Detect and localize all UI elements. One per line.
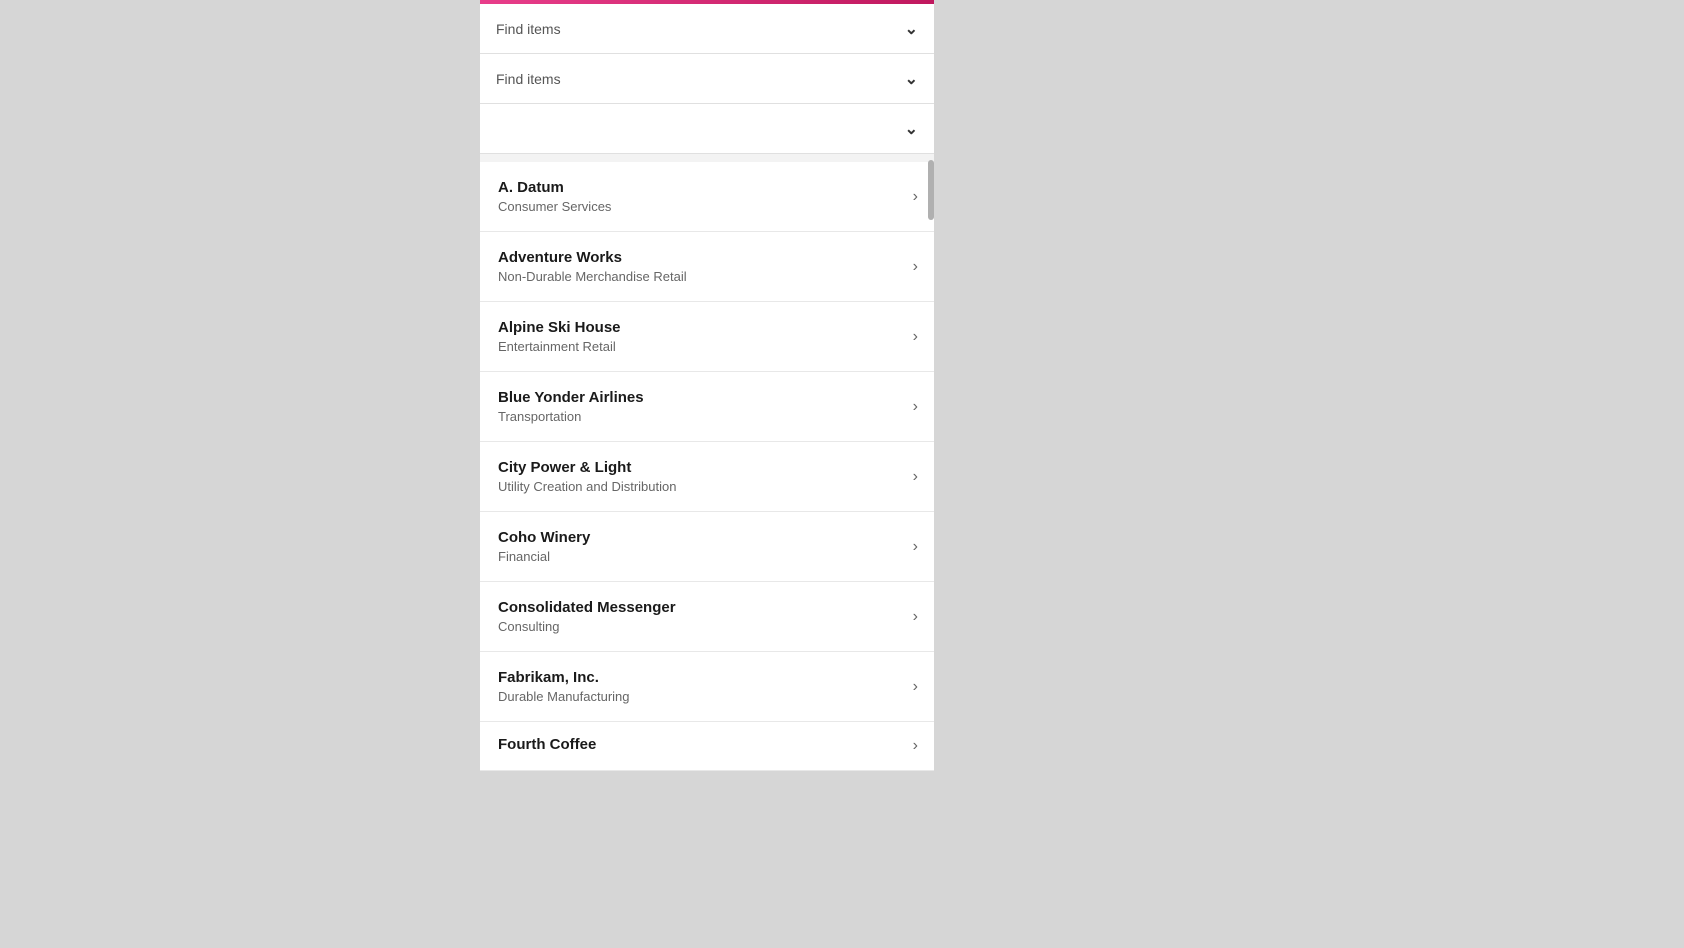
list-item-content: Adventure Works Non-Durable Merchandise … bbox=[498, 249, 905, 284]
list-item-content: Consolidated Messenger Consulting bbox=[498, 599, 905, 634]
list-item-name: Alpine Ski House bbox=[498, 319, 905, 336]
chevron-down-icon-1: ⌄ bbox=[905, 19, 918, 39]
list-item-subtitle: Consumer Services bbox=[498, 199, 905, 214]
list-item-name: Adventure Works bbox=[498, 249, 905, 266]
filter-dropdown-1[interactable]: Find items ⌄ bbox=[480, 4, 934, 54]
list-item-name: City Power & Light bbox=[498, 459, 905, 476]
list-item-name: Fabrikam, Inc. bbox=[498, 669, 905, 686]
list-item-subtitle: Non-Durable Merchandise Retail bbox=[498, 269, 905, 284]
list-item[interactable]: Adventure Works Non-Durable Merchandise … bbox=[480, 232, 934, 302]
filter-section: Find items ⌄ Find items ⌄ ⌄ bbox=[480, 4, 934, 154]
filter-dropdown-2[interactable]: Find items ⌄ bbox=[480, 54, 934, 104]
main-container: Find items ⌄ Find items ⌄ ⌄ A. Datum Con… bbox=[480, 0, 934, 771]
list-item[interactable]: Blue Yonder Airlines Transportation › bbox=[480, 372, 934, 442]
list-item-subtitle: Consulting bbox=[498, 619, 905, 634]
list-item-content: City Power & Light Utility Creation and … bbox=[498, 459, 905, 494]
list-container: A. Datum Consumer Services › Adventure W… bbox=[480, 162, 934, 771]
list-item-name: Blue Yonder Airlines bbox=[498, 389, 905, 406]
chevron-right-icon: › bbox=[913, 538, 918, 556]
chevron-down-icon-2: ⌄ bbox=[905, 69, 918, 89]
list-item-name: Fourth Coffee bbox=[498, 736, 905, 753]
list-item[interactable]: A. Datum Consumer Services › bbox=[480, 162, 934, 232]
list-item-subtitle: Financial bbox=[498, 549, 905, 564]
list-item[interactable]: Consolidated Messenger Consulting › bbox=[480, 582, 934, 652]
scrollbar-thumb[interactable] bbox=[928, 160, 934, 220]
list-item-subtitle: Utility Creation and Distribution bbox=[498, 479, 905, 494]
list-item[interactable]: Fourth Coffee › bbox=[480, 722, 934, 771]
list-item-name: Consolidated Messenger bbox=[498, 599, 905, 616]
chevron-right-icon: › bbox=[913, 188, 918, 206]
list-separator bbox=[480, 154, 934, 162]
chevron-right-icon: › bbox=[913, 678, 918, 696]
list-item-name: A. Datum bbox=[498, 179, 905, 196]
list-item[interactable]: Alpine Ski House Entertainment Retail › bbox=[480, 302, 934, 372]
list-item-content: A. Datum Consumer Services bbox=[498, 179, 905, 214]
list-item-subtitle: Entertainment Retail bbox=[498, 339, 905, 354]
list-item-content: Fabrikam, Inc. Durable Manufacturing bbox=[498, 669, 905, 704]
list-item-subtitle: Durable Manufacturing bbox=[498, 689, 905, 704]
list-item-content: Blue Yonder Airlines Transportation bbox=[498, 389, 905, 424]
chevron-right-icon: › bbox=[913, 328, 918, 346]
filter-2-placeholder: Find items bbox=[496, 71, 561, 87]
filter-dropdown-3[interactable]: ⌄ bbox=[480, 104, 934, 154]
list-item-content: Fourth Coffee bbox=[498, 736, 905, 756]
list-item[interactable]: Fabrikam, Inc. Durable Manufacturing › bbox=[480, 652, 934, 722]
list-item[interactable]: Coho Winery Financial › bbox=[480, 512, 934, 582]
chevron-right-icon: › bbox=[913, 608, 918, 626]
chevron-down-icon-3: ⌄ bbox=[905, 119, 918, 139]
list-item-content: Coho Winery Financial bbox=[498, 529, 905, 564]
list-item-content: Alpine Ski House Entertainment Retail bbox=[498, 319, 905, 354]
list-item-subtitle: Transportation bbox=[498, 409, 905, 424]
chevron-right-icon: › bbox=[913, 468, 918, 486]
chevron-right-icon: › bbox=[913, 258, 918, 276]
list-item-name: Coho Winery bbox=[498, 529, 905, 546]
filter-1-placeholder: Find items bbox=[496, 21, 561, 37]
list-item[interactable]: City Power & Light Utility Creation and … bbox=[480, 442, 934, 512]
chevron-right-icon: › bbox=[913, 737, 918, 755]
chevron-right-icon: › bbox=[913, 398, 918, 416]
